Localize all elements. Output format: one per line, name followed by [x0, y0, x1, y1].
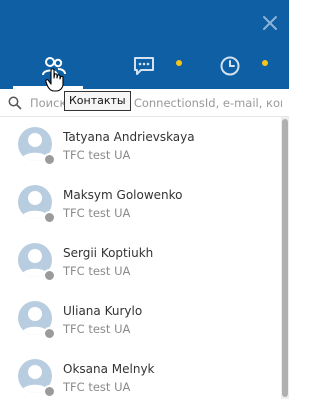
scrollbar[interactable] [281, 117, 289, 399]
contact-name: Uliana Kurylo [63, 304, 143, 318]
contact-company: TFC test UA [63, 380, 131, 394]
contact-name: Maksym Golowenko [63, 188, 183, 202]
status-dot-offline [43, 153, 56, 166]
hand-cursor-icon [45, 68, 64, 92]
contact-company: TFC test UA [63, 264, 131, 278]
status-dot-offline [43, 385, 56, 398]
search-bar [0, 90, 289, 117]
status-dot-offline [43, 269, 56, 282]
contact-row[interactable]: Oksana Melnyk TFC test UA [0, 349, 280, 399]
close-button[interactable] [259, 12, 281, 34]
contact-list: Tatyana Andrievskaya TFC test UA Maksym … [0, 117, 280, 399]
scrollbar-thumb[interactable] [282, 119, 288, 397]
contact-row[interactable]: Tatyana Andrievskaya TFC test UA [0, 117, 280, 175]
close-icon [263, 16, 277, 30]
tab-chat[interactable] [126, 52, 162, 84]
status-dot-offline [43, 327, 56, 340]
chat-bubble-icon [134, 57, 154, 75]
contact-company: TFC test UA [63, 322, 131, 336]
header-bar [0, 0, 289, 89]
tooltip-contacts: Контакты [64, 91, 131, 111]
contact-row[interactable]: Maksym Golowenko TFC test UA [0, 175, 280, 233]
contact-company: TFC test UA [63, 148, 131, 162]
contact-name: Sergii Koptiukh [63, 246, 154, 260]
chat-indicator-dot [176, 60, 182, 66]
contact-row[interactable]: Sergii Koptiukh TFC test UA [0, 233, 280, 291]
status-dot-offline [43, 211, 56, 224]
contact-name: Tatyana Andrievskaya [63, 130, 195, 144]
contact-company: TFC test UA [63, 206, 131, 220]
history-indicator-dot [262, 60, 268, 66]
search-icon [8, 96, 22, 110]
contact-row[interactable]: Uliana Kurylo TFC test UA [0, 291, 280, 349]
contact-name: Oksana Melnyk [63, 362, 155, 376]
tab-history[interactable] [212, 52, 248, 84]
clock-icon [220, 56, 240, 76]
